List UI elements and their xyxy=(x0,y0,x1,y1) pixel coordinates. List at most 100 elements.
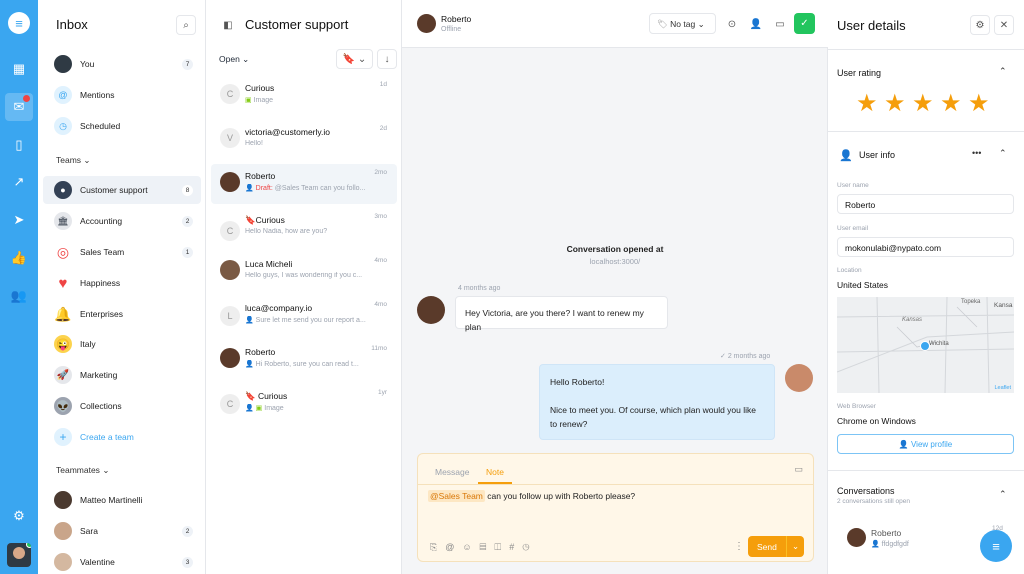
chevron-up-icon[interactable]: ⌃ xyxy=(999,148,1007,159)
contacts-icon[interactable]: 👥 xyxy=(9,286,29,306)
gif-icon[interactable]: ▤ xyxy=(480,542,495,552)
star-icon[interactable]: ★ xyxy=(856,92,878,116)
team-collections[interactable]: 👽 Collections xyxy=(43,392,201,420)
chevron-up-icon[interactable]: ⌃ xyxy=(999,489,1007,500)
divider xyxy=(418,484,813,485)
avatar xyxy=(220,260,240,280)
view-profile-button[interactable]: 👤 View profile xyxy=(837,434,1014,454)
avatar xyxy=(220,172,240,192)
close-icon[interactable]: ✕ xyxy=(994,15,1014,35)
list-item-selected[interactable]: Roberto 👤 Draft: @Sales Team can you fol… xyxy=(211,164,397,204)
user-email-field[interactable]: mokonulabi@nypato.com xyxy=(837,237,1014,257)
avatar xyxy=(54,522,72,540)
at-sign-icon[interactable]: @ xyxy=(445,542,462,552)
team-customer-support[interactable]: ● Customer support 8 xyxy=(43,176,201,204)
map-marker[interactable] xyxy=(920,341,930,351)
inbox-icon[interactable]: ✉ xyxy=(5,93,33,121)
team-italy[interactable]: 😜 Italy xyxy=(43,330,201,358)
star-icon[interactable]: ★ xyxy=(940,92,962,116)
list-item[interactable]: Roberto 👤 Hi Roberto, sure you can read … xyxy=(211,340,397,380)
avatar xyxy=(54,553,72,571)
assign-user-icon[interactable]: 👤 xyxy=(746,14,766,34)
article-icon[interactable]: ◫ xyxy=(494,542,509,552)
compose-box: Message Note ▭ @Sales Team can you follo… xyxy=(417,453,814,562)
contact-name[interactable]: Roberto xyxy=(441,14,471,24)
my-avatar[interactable] xyxy=(7,543,31,567)
expand-icon[interactable]: ▭ xyxy=(794,464,803,475)
schedule-clock-icon[interactable]: ◷ xyxy=(522,542,537,552)
chat-widget-launcher-icon[interactable]: ≡ xyxy=(980,530,1012,562)
team-enterprises[interactable]: 🔔 Enterprises xyxy=(43,300,201,328)
chevron-down-icon: ⌄ xyxy=(786,536,804,557)
nav-scheduled[interactable]: ◷ Scheduled xyxy=(43,112,201,140)
search-icon[interactable]: ⌕ xyxy=(176,15,196,35)
reports-icon[interactable]: ↗ xyxy=(9,172,29,192)
settings-gear-icon[interactable]: ⚙ xyxy=(9,506,29,526)
hashtag-icon[interactable]: # xyxy=(509,542,522,552)
app-root: ≡ ▦ ✉ ▯ ↗ ➤ 👍 👥 ⚙ Inbox ⌕ You 7 @ Mentio… xyxy=(0,0,1024,574)
bookmark-filter-button[interactable]: 🔖 ⌄ xyxy=(336,49,373,69)
team-accounting[interactable]: 🏛 Accounting 2 xyxy=(43,207,201,235)
team-marketing[interactable]: 🚀 Marketing xyxy=(43,361,201,389)
message-time: 4 months ago xyxy=(458,285,501,292)
tab-note[interactable]: Note xyxy=(486,467,504,477)
list-item[interactable]: V victoria@customerly.io Hello! 2d xyxy=(211,120,397,160)
user-mini-icon: 👤 xyxy=(245,361,254,368)
teammate-matteo[interactable]: Matteo Martinelli xyxy=(43,486,201,514)
send-icon[interactable]: ➤ xyxy=(9,210,29,230)
conversation-opened-url[interactable]: localhost:3000/ xyxy=(402,257,828,266)
teammate-sara[interactable]: Sara 2 xyxy=(43,517,201,545)
list-title: Customer support xyxy=(245,17,349,32)
conversation-list: ◧ Customer support Open ⌄ 🔖 ⌄ ↓ C Curiou… xyxy=(206,0,402,574)
star-icon[interactable]: ★ xyxy=(884,92,906,116)
team-sales[interactable]: ◎ Sales Team 1 xyxy=(43,238,201,266)
location-map[interactable]: Topeka Kansa Kansas Wichita Leaflet xyxy=(837,297,1014,393)
list-item[interactable]: C 🔖Curious Hello Nadia, how are you? 3mo xyxy=(211,208,397,248)
chevron-up-icon[interactable]: ⌃ xyxy=(999,66,1007,77)
send-button[interactable]: Send ⌄ xyxy=(748,536,804,557)
settings-gear-icon[interactable]: ⚙ xyxy=(970,15,990,35)
avatar xyxy=(220,348,240,368)
contact-avatar[interactable] xyxy=(417,14,436,33)
attachment-icon[interactable]: ⎘ xyxy=(430,542,445,552)
create-team-button[interactable]: + Create a team xyxy=(43,423,201,451)
chevron-down-icon: ⌄ xyxy=(102,465,110,475)
list-item[interactable]: L luca@company.io 👤 Sure let me send you… xyxy=(211,296,397,336)
more-vertical-icon[interactable]: ⋮ xyxy=(734,541,744,552)
team-happiness[interactable]: ♥ Happiness xyxy=(43,269,201,297)
conversations-subtitle: 2 conversations still open xyxy=(837,498,910,505)
list-item[interactable]: C 🔖 Curious 👤 ▣ Image 1yr xyxy=(211,384,397,424)
star-icon[interactable]: ★ xyxy=(968,92,990,116)
video-call-icon[interactable]: ▭ xyxy=(770,14,790,34)
avatar xyxy=(54,491,72,509)
more-horizontal-icon[interactable]: ••• xyxy=(972,148,981,158)
list-item[interactable]: Luca Micheli Hello guys, I was wondering… xyxy=(211,252,397,292)
dashboard-icon[interactable]: ▦ xyxy=(9,59,29,79)
customerly-logo-icon[interactable]: ≡ xyxy=(8,12,30,34)
list-item[interactable]: C Curious ▣ Image 1d xyxy=(211,76,397,116)
resolve-check-button[interactable]: ✓ xyxy=(794,13,815,34)
star-icon[interactable]: ★ xyxy=(912,92,934,116)
nav-you[interactable]: You 7 xyxy=(43,50,201,78)
agent-avatar xyxy=(785,364,813,392)
check-icon: ✓ xyxy=(720,353,726,360)
emoji-icon[interactable]: ☺ xyxy=(462,542,479,552)
sidebar-toggle-icon[interactable]: ◧ xyxy=(218,15,238,35)
image-icon: ▣ xyxy=(245,97,252,104)
note-input[interactable]: @Sales Team can you follow up with Rober… xyxy=(428,490,635,502)
teammates-header[interactable]: Teammates ⌄ xyxy=(56,465,109,476)
chat-header: Roberto Offline 🏷 No tag ⌄ ⊙ 👤 ▭ ✓ xyxy=(402,0,828,48)
more-options-icon[interactable]: ⊙ xyxy=(722,14,742,34)
teams-header[interactable]: Teams ⌄ xyxy=(56,155,91,166)
map-credit-link[interactable]: Leaflet xyxy=(994,385,1011,391)
user-name-field[interactable]: Roberto xyxy=(837,194,1014,214)
nav-mentions[interactable]: @ Mentions xyxy=(43,81,201,109)
teammate-valentine[interactable]: Valentine 3 xyxy=(43,548,201,574)
thumbs-up-icon[interactable]: 👍 xyxy=(9,248,29,268)
tag-dropdown[interactable]: 🏷 No tag ⌄ xyxy=(649,13,716,34)
image-icon: ▣ xyxy=(255,405,263,412)
status-filter-dropdown[interactable]: Open ⌄ xyxy=(219,54,249,65)
book-icon[interactable]: ▯ xyxy=(9,135,29,155)
sort-arrow-icon[interactable]: ↓ xyxy=(377,49,397,69)
tab-message[interactable]: Message xyxy=(435,467,470,477)
